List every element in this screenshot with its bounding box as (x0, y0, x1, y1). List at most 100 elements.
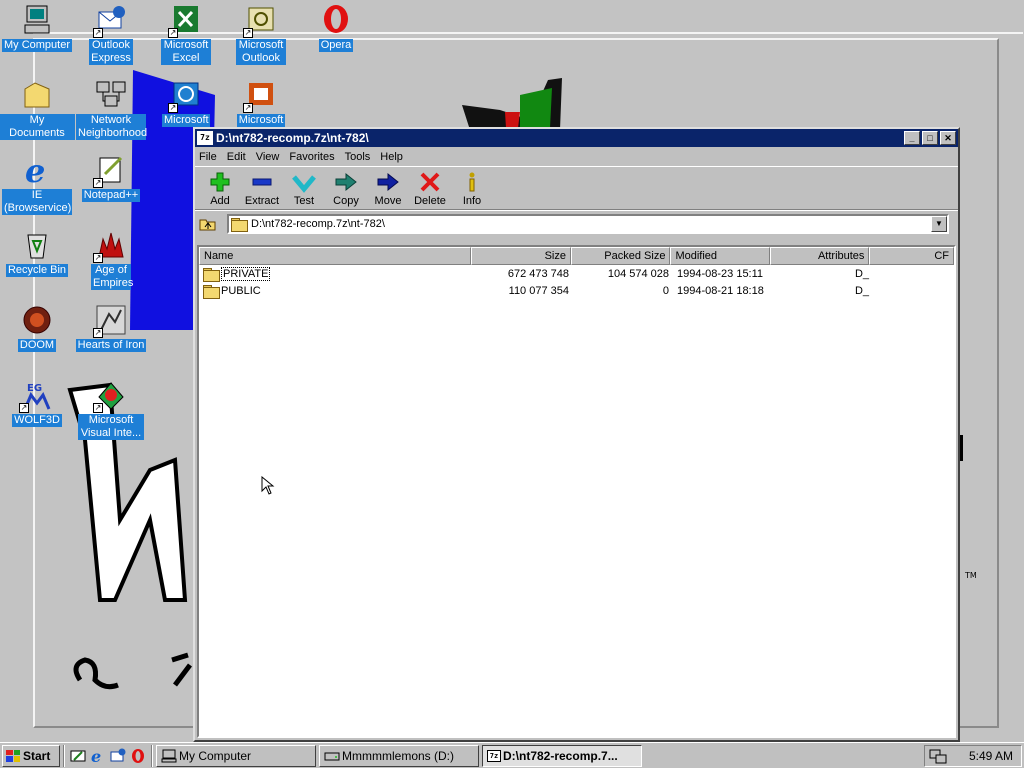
visual-interdev-icon: ↗ (93, 379, 127, 413)
svg-text:e: e (25, 154, 45, 186)
column-header-modified[interactable]: Modified (670, 247, 770, 265)
column-header-size[interactable]: Size (471, 247, 571, 265)
menu-view[interactable]: View (256, 151, 280, 163)
column-header-attributes[interactable]: Attributes (769, 247, 870, 265)
maximize-button[interactable]: □ (922, 131, 938, 145)
desktop-icon-microsoft-outlook[interactable]: ↗ Microsoft Outlook (223, 4, 299, 65)
test-icon (292, 175, 316, 193)
info-button[interactable]: Info (451, 170, 493, 209)
desktop-icon-microsoft-powerpoint[interactable]: ↗ Microsoft (223, 79, 299, 127)
file-manager-window: 7z D:\nt782-recomp.7z\nt-782\ _ □ ✕ File… (193, 127, 960, 742)
taskbar-item-7zip[interactable]: 7z D:\nt782-recomp.7... (482, 744, 642, 767)
folder-up-button[interactable] (197, 215, 219, 233)
column-header-name[interactable]: Name (199, 247, 472, 265)
powerpoint-icon: ↗ (243, 79, 277, 113)
menu-help[interactable]: Help (380, 151, 403, 163)
menu-edit[interactable]: Edit (227, 151, 246, 163)
folder-icon (231, 217, 248, 232)
taskbar-separator (63, 744, 65, 767)
mouse-cursor-icon (261, 476, 275, 495)
desktop-icon-recycle-bin[interactable]: Recycle Bin (0, 229, 75, 277)
quicklaunch-ie-icon[interactable]: e (88, 746, 108, 766)
window-titlebar[interactable]: 7z D:\nt782-recomp.7z\nt-782\ _ □ ✕ (195, 129, 958, 147)
quicklaunch-show-desktop-icon[interactable] (68, 746, 88, 766)
windows-logo-icon (6, 749, 20, 762)
test-button[interactable]: Test (283, 170, 325, 209)
clock[interactable]: 5:49 AM (969, 749, 1013, 763)
window-title: D:\nt782-recomp.7z\nt-782\ (216, 131, 369, 145)
svg-text:EG: EG (27, 383, 42, 394)
copy-button[interactable]: Copy (325, 170, 367, 209)
doom-icon (21, 304, 53, 336)
shortcut-arrow-icon: ↗ (93, 28, 103, 38)
delete-label: Delete (414, 195, 446, 207)
desktop-icon-ie[interactable]: e IE (Browservice) (0, 152, 75, 215)
copy-icon (335, 172, 357, 192)
column-header-crc[interactable]: CF (869, 247, 954, 265)
desktop-icon-label: Network Neighborhood (76, 114, 148, 140)
list-item[interactable]: PRIVATE 672 473 748 104 574 028 1994-08-… (199, 265, 954, 282)
my-documents-icon (21, 79, 53, 111)
desktop-icon-doom[interactable]: DOOM (0, 304, 75, 352)
menu-tools[interactable]: Tools (345, 151, 371, 163)
desktop-icon-network-neighborhood[interactable]: Network Neighborhood (73, 79, 149, 140)
network-icon (95, 79, 127, 111)
svg-text:e: e (91, 748, 101, 764)
desktop-icon-label: Age of Empires (91, 264, 134, 290)
desktop-icon-notepadpp[interactable]: ↗ Notepad++ (73, 154, 149, 202)
menu-file[interactable]: File (199, 151, 217, 163)
toolbar: Add Extract Test Copy Move Delete Info (195, 166, 958, 210)
desktop-icon-my-computer[interactable]: My Computer (0, 4, 75, 52)
svg-text:TM: TM (964, 571, 977, 580)
desktop-icon-wolf3d[interactable]: EG ↗ WOLF3D (0, 379, 75, 427)
address-text: D:\nt782-recomp.7z\nt-782\ (251, 217, 385, 230)
desktop-icon-age-of-empires[interactable]: ↗ Age of Empires (73, 229, 149, 290)
desktop-icon-opera[interactable]: Opera (298, 4, 374, 52)
quicklaunch-outlook-express-icon[interactable] (108, 746, 128, 766)
network-tray-icon[interactable] (929, 748, 947, 764)
shortcut-arrow-icon: ↗ (168, 103, 178, 113)
desktop-icon-my-documents[interactable]: My Documents (0, 79, 75, 140)
shortcut-arrow-icon: ↗ (93, 253, 103, 263)
close-button[interactable]: ✕ (940, 131, 956, 145)
shortcut-arrow-icon: ↗ (168, 28, 178, 38)
chevron-down-icon[interactable]: ▼ (931, 215, 947, 232)
menu-favorites[interactable]: Favorites (289, 151, 334, 163)
minimize-button[interactable]: _ (904, 131, 920, 145)
move-button[interactable]: Move (367, 170, 409, 209)
desktop-icon-microsoft-excel[interactable]: ↗ Microsoft Excel (148, 4, 224, 65)
delete-button[interactable]: Delete (409, 170, 451, 209)
taskbar-item-my-computer[interactable]: My Computer (156, 744, 316, 767)
list-header: Name Size Packed Size Modified Attribute… (199, 247, 954, 265)
desktop-icon-microsoft-frontpage[interactable]: ↗ Microsoft FrontP (148, 79, 224, 130)
ie-icon: e (21, 152, 53, 190)
shortcut-arrow-icon: ↗ (243, 28, 253, 38)
item-attributes: D_ (854, 267, 869, 280)
quicklaunch-opera-icon[interactable] (128, 746, 148, 766)
move-icon (377, 172, 399, 192)
desktop-icon-hearts-of-iron[interactable]: ↗ Hearts of Iron (73, 304, 149, 352)
item-attributes: D_ (854, 284, 869, 297)
desktop-icon-label: Microsoft FrontP (162, 114, 210, 127)
wolf3d-icon: EG ↗ (19, 379, 53, 413)
taskbar-item-drive-d[interactable]: Mmmmmlemons (D:) (319, 744, 479, 767)
notepad-icon: ↗ (93, 154, 127, 188)
column-header-packed-size[interactable]: Packed Size (570, 247, 671, 265)
item-name-cell: PUBLIC (199, 284, 473, 299)
desktop-icon-label: DOOM (17, 339, 57, 352)
desktop-icon-visual-interdev[interactable]: ↗ Microsoft Visual Inte... (73, 379, 149, 440)
item-size: 672 473 748 (507, 267, 569, 280)
desktop-icon-outlook-express[interactable]: ↗ Outlook Express (73, 4, 149, 65)
extract-icon (252, 178, 272, 186)
item-modified: 1994-08-21 18:18 (677, 284, 764, 297)
my-computer-icon (21, 4, 53, 36)
start-button[interactable]: Start (2, 744, 60, 767)
add-button[interactable]: Add (199, 170, 241, 209)
delete-icon (420, 172, 440, 192)
address-input[interactable]: D:\nt782-recomp.7z\nt-782\ ▼ (227, 213, 949, 234)
list-item[interactable]: PUBLIC 110 077 354 0 1994-08-21 18:18 D_ (199, 282, 954, 299)
task-label: My Computer (179, 748, 252, 763)
item-size: 110 077 354 (508, 284, 569, 297)
shortcut-arrow-icon: ↗ (19, 403, 29, 413)
extract-button[interactable]: Extract (241, 170, 283, 209)
